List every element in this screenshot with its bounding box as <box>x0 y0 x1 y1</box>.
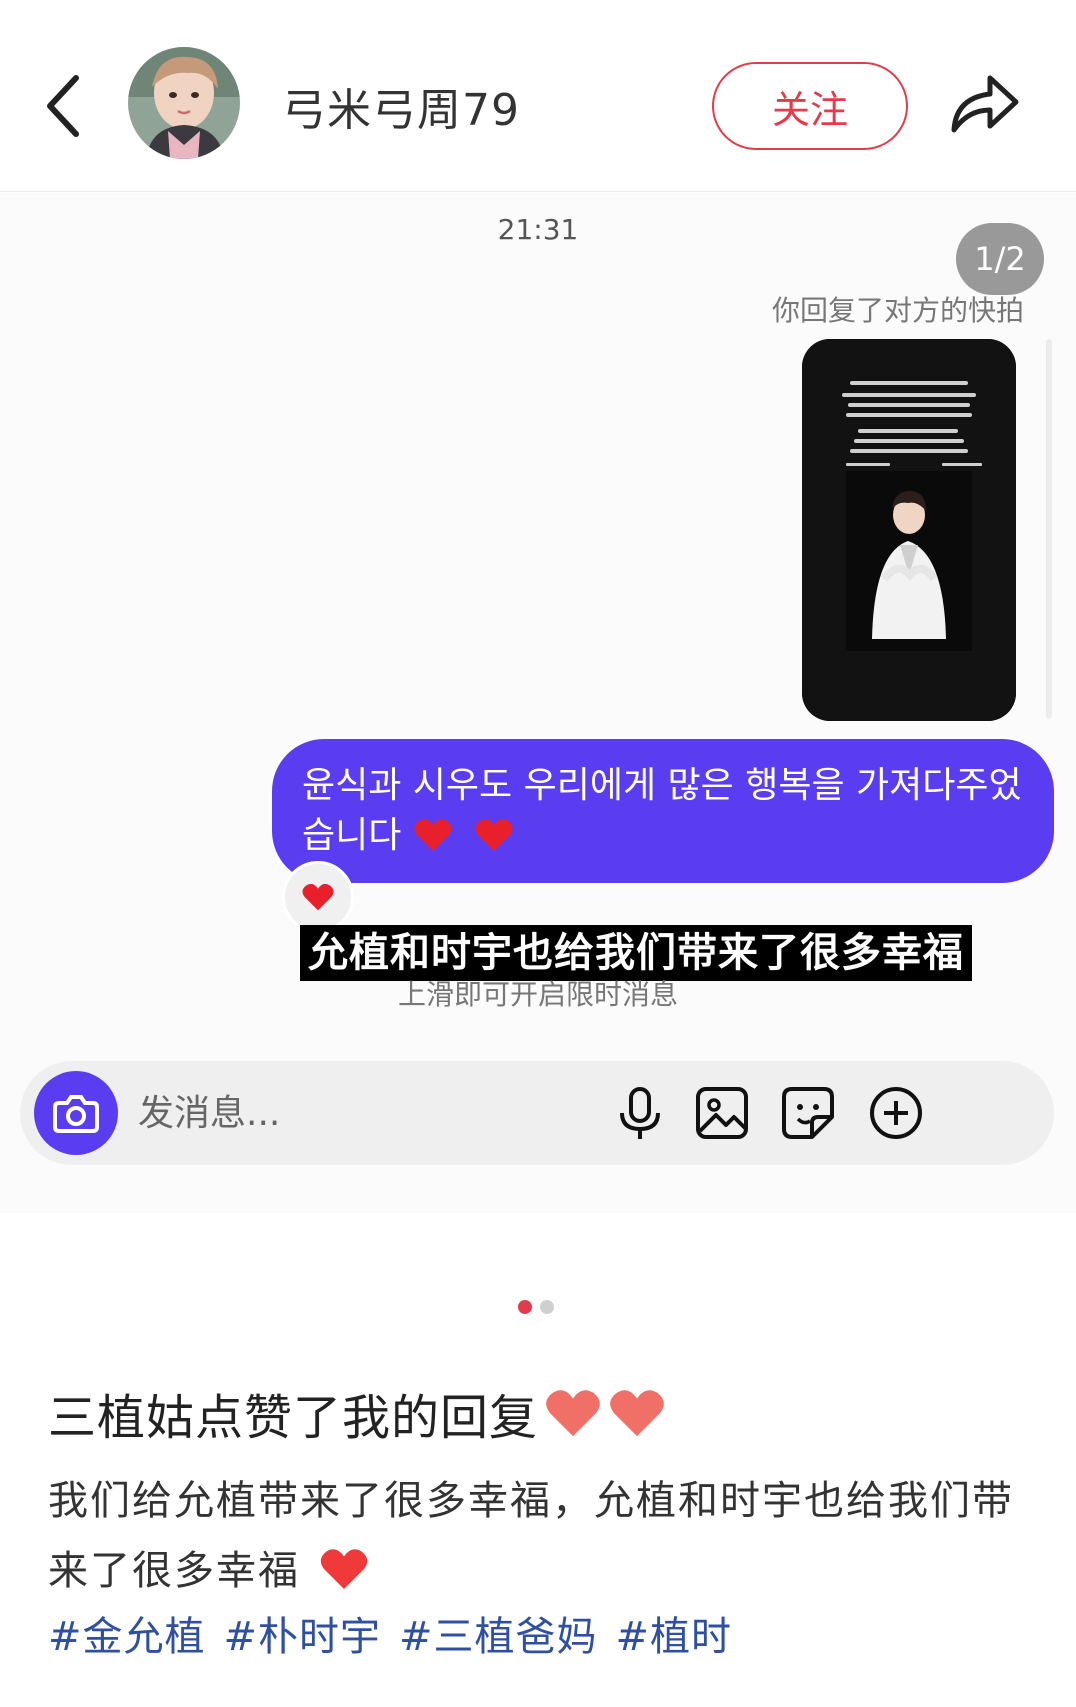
pager-dot[interactable] <box>540 1300 554 1314</box>
reply-note: 你回复了对方的快拍 <box>771 294 1024 327</box>
hashtag-link[interactable]: #三植爸妈 <box>399 1604 598 1662</box>
follow-button[interactable]: 关注 <box>712 62 908 150</box>
hashtag-link[interactable]: #金允植 <box>48 1604 206 1662</box>
scrollbar[interactable] <box>1046 339 1052 719</box>
avatar[interactable] <box>128 47 240 159</box>
hashtag-link[interactable]: #朴时宇 <box>224 1604 382 1662</box>
image-pager <box>518 1300 554 1314</box>
top-bar: 弓米弓周79 关注 <box>0 0 1076 192</box>
heart-icon <box>302 883 334 911</box>
message-input-bar <box>20 1061 1054 1165</box>
pager-dot-active[interactable] <box>518 1300 532 1314</box>
hashtag-list: #金允植 #朴时宇 #三植爸妈 #植时 <box>48 1604 732 1662</box>
story-thumbnail[interactable] <box>802 339 1016 721</box>
heart-icon <box>546 1390 600 1437</box>
image-icon[interactable] <box>692 1083 752 1143</box>
hashtag-link[interactable]: #植时 <box>616 1604 733 1662</box>
username[interactable]: 弓米弓周79 <box>282 74 520 138</box>
camera-icon <box>53 1095 99 1133</box>
heart-icon <box>475 819 513 851</box>
back-arrow-icon[interactable] <box>38 66 98 146</box>
share-icon[interactable] <box>946 70 1022 140</box>
post-body-text: 我们给允植带来了很多幸福，允植和时宇也给我们带来了很多幸福 <box>48 1478 1014 1594</box>
chat-screenshot: 21:31 1/2 你回复了对方的快拍 윤식과 시우도 우리에게 많은 행복을 … <box>0 193 1076 1213</box>
post-title: 三植姑点赞了我的回复 <box>48 1378 666 1448</box>
heart-icon <box>610 1390 664 1437</box>
microphone-icon[interactable] <box>610 1083 670 1143</box>
message-input[interactable] <box>138 1087 558 1139</box>
message-text: 윤식과 시우도 우리에게 많은 행복을 가져다주었습니다 <box>302 765 1022 856</box>
swipe-hint: 上滑即可开启限时消息 <box>397 978 678 1011</box>
message-bubble: 윤식과 시우도 우리에게 많은 행복을 가져다주었습니다 <box>272 739 1054 883</box>
message-time: 21:31 <box>497 213 579 246</box>
add-icon[interactable] <box>866 1083 926 1143</box>
sticker-icon[interactable] <box>778 1083 838 1143</box>
post-body: 我们给允植带来了很多幸福，允植和时宇也给我们带来了很多幸福 <box>48 1466 1038 1606</box>
camera-button[interactable] <box>34 1071 118 1155</box>
post-title-text: 三植姑点赞了我的回复 <box>48 1390 539 1446</box>
heart-icon <box>414 819 452 851</box>
image-counter: 1/2 <box>956 223 1044 295</box>
heart-icon <box>320 1549 367 1589</box>
heart-reaction-badge[interactable] <box>282 861 354 933</box>
